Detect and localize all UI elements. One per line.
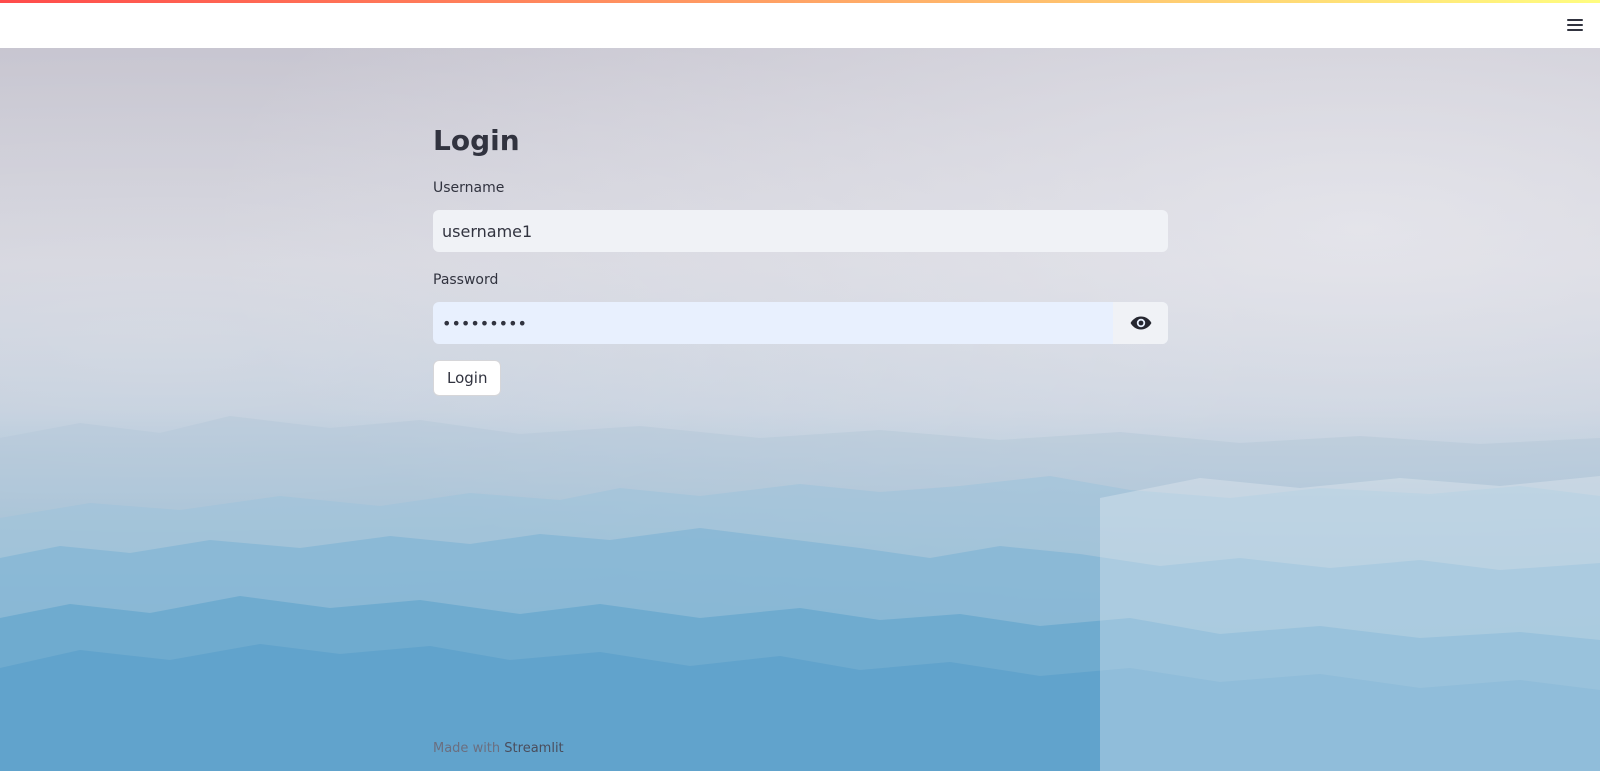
username-input[interactable] — [433, 210, 1168, 252]
streamlit-link[interactable]: Streamlit — [504, 741, 563, 756]
password-field-wrapper — [433, 302, 1168, 344]
password-input[interactable] — [433, 302, 1113, 344]
app-background — [0, 48, 1600, 771]
mountain-background-image — [0, 416, 1600, 771]
eye-icon — [1130, 316, 1151, 330]
footer: Made with Streamlit — [433, 741, 564, 756]
app-header — [0, 0, 1600, 48]
username-label: Username — [433, 180, 505, 196]
page-title: Login — [433, 124, 520, 157]
login-button[interactable]: Login — [433, 360, 502, 396]
username-field-wrapper — [433, 210, 1168, 252]
hamburger-menu-icon[interactable] — [1564, 14, 1586, 36]
show-password-button[interactable] — [1113, 302, 1168, 344]
footer-prefix: Made with — [433, 741, 501, 756]
header-decoration-bar — [0, 0, 1600, 3]
password-label: Password — [433, 272, 499, 288]
